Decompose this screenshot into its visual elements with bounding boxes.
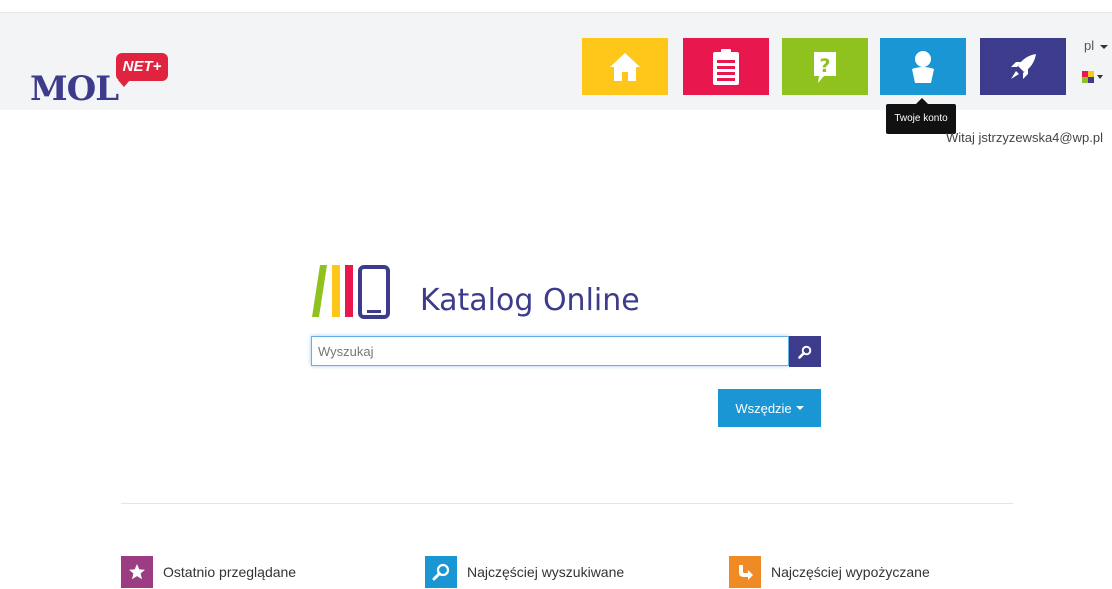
search-icon <box>798 345 812 359</box>
return-arrow-icon <box>729 556 761 588</box>
magnifier-icon <box>425 556 457 588</box>
books-device-icon <box>312 265 390 319</box>
most-borrowed-label: Najczęściej wypożyczane <box>771 564 930 580</box>
scope-label: Wszędzie <box>735 400 792 416</box>
rocket-tile-button[interactable] <box>980 38 1066 95</box>
help-tile-button[interactable]: ? <box>782 38 868 95</box>
section-divider <box>121 503 1013 504</box>
catalog-logo <box>312 265 392 323</box>
language-selector[interactable]: pl <box>1084 38 1108 53</box>
most-borrowed-link[interactable]: Najczęściej wypożyczane <box>729 556 930 588</box>
most-searched-link[interactable]: Najczęściej wyszukiwane <box>425 556 624 588</box>
color-scheme-selector[interactable] <box>1082 68 1106 83</box>
search-input[interactable] <box>311 336 789 366</box>
user-icon <box>912 50 934 83</box>
clipboard-icon <box>713 48 739 85</box>
recently-viewed-label: Ostatnio przeglądane <box>163 564 297 580</box>
most-searched-label: Najczęściej wyszukiwane <box>467 564 625 580</box>
search-scope-dropdown[interactable]: Wszędzie <box>718 389 821 427</box>
chevron-down-icon <box>795 406 804 410</box>
rocket-icon <box>1011 53 1036 79</box>
recently-viewed-link[interactable]: Ostatnio przeglądane <box>121 556 296 588</box>
clipboard-tile-button[interactable] <box>683 38 769 95</box>
svg-text:?: ? <box>819 55 830 77</box>
welcome-text: Witaj jstrzyzewska4@wp.pl <box>946 130 1103 145</box>
search-button[interactable] <box>789 336 821 367</box>
account-tile-button[interactable] <box>880 38 966 95</box>
palette-icon <box>1082 71 1103 83</box>
logo-text: MOL <box>30 69 119 109</box>
star-icon <box>121 556 153 588</box>
home-tile-button[interactable] <box>582 38 668 95</box>
home-icon <box>610 52 640 81</box>
catalog-title: Katalog Online <box>420 283 640 318</box>
language-label: pl <box>1084 38 1095 53</box>
chevron-down-icon <box>1099 44 1108 49</box>
question-icon: ? <box>814 51 836 83</box>
logo-badge: NET+ <box>116 53 168 87</box>
